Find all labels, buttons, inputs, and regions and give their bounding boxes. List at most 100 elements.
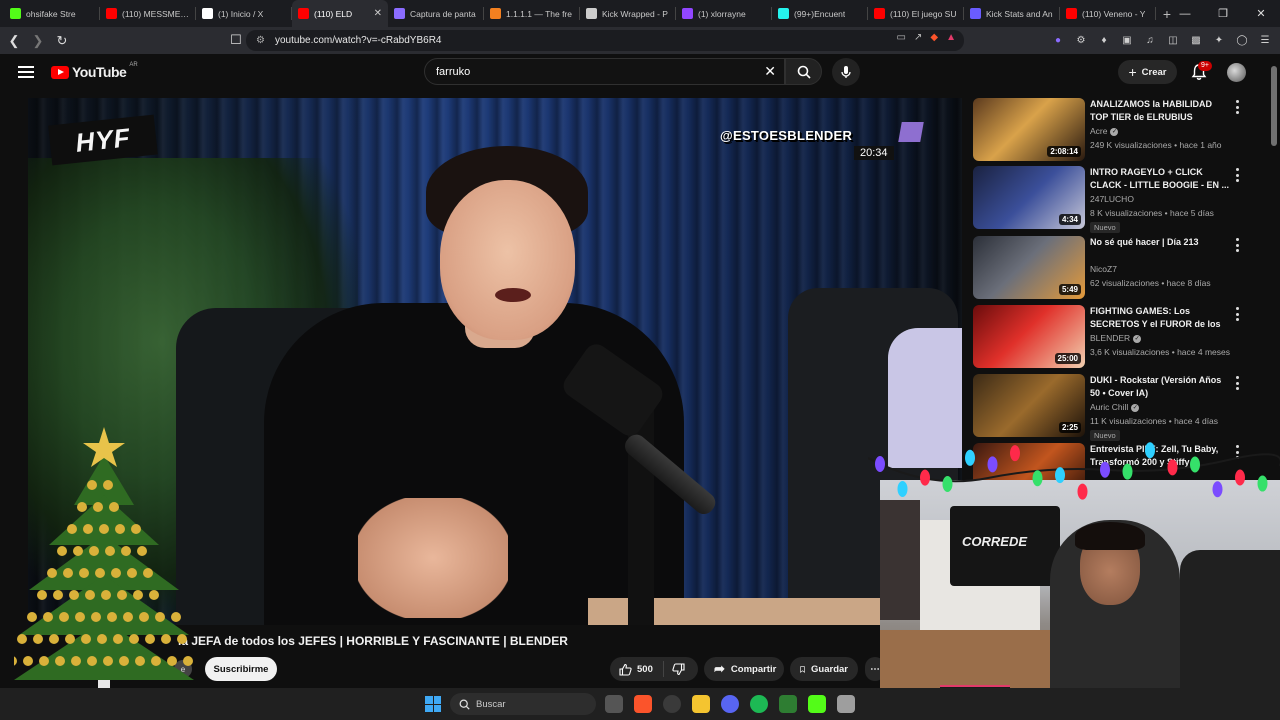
browser-tab[interactable]: (110) MESSMER, I [100,0,196,27]
subscribe-button[interactable]: Suscribirme [205,657,277,681]
search-button[interactable] [785,58,822,85]
account-avatar[interactable] [1227,63,1246,82]
related-video-card[interactable]: 2:25 DUKI - Rockstar (Versión Años 50 • C… [973,374,1253,441]
brave-browser-icon[interactable] [634,695,652,713]
related-video-card[interactable]: 5:49 No sé qué hacer | Día 213 NicoZ7 62 vi… [973,236,1253,302]
dislike-button[interactable] [664,662,685,676]
clear-search-icon[interactable]: ✕ [764,63,776,80]
leo-icon[interactable]: ✦ [1212,33,1226,47]
file-explorer-icon[interactable] [692,695,710,713]
browser-tab[interactable]: Captura de panta [388,0,484,27]
taskbar-search[interactable]: Buscar [450,693,596,715]
calculator-icon[interactable] [837,695,855,713]
related-video-channel[interactable]: NicoZ7 [1090,264,1117,274]
browser-tab[interactable]: (1) xlorrayne [676,0,772,27]
media-icon[interactable]: ♫ [1143,33,1157,47]
more-vert-icon[interactable] [1235,376,1239,390]
windows-start-icon[interactable] [425,696,441,712]
browser-tab[interactable]: (110) Veneno - Y [1060,0,1156,27]
vpn-icon[interactable]: ● [1051,33,1065,47]
brave-shield-icon[interactable]: ◆ [930,32,938,43]
related-video-title[interactable]: Entrevista PILF: Zell, Tu Baby, Transfor… [1090,443,1230,469]
tree-ornament [129,634,139,644]
reload-icon[interactable]: ↻ [52,31,72,51]
voice-search-button[interactable] [832,58,860,86]
tab-favicon-icon [586,8,597,19]
related-video-title[interactable]: ANALIZAMOS la HABILIDAD TOP TIER de ELRU… [1090,98,1230,125]
channel-avatar[interactable]: e [174,660,192,678]
related-video-card[interactable]: 4:34 INTRO RAGEYLO + CLICK CLACK - LITTLE… [973,166,1253,233]
maximize-icon[interactable]: ❐ [1204,0,1242,27]
video-thumbnail[interactable]: 2:08:14 [973,98,1085,161]
related-video-channel[interactable]: BLENDER ✓ [1090,333,1142,343]
sidebar-toggle-icon[interactable]: ◫ [1166,33,1180,47]
like-button[interactable]: 500 [610,661,664,677]
webcam-poster-sign: CORREDE [950,506,1060,586]
more-vert-icon[interactable] [1235,238,1239,252]
share-label: Compartir [730,663,777,675]
related-video-channel[interactable]: 247LUCHO [1090,194,1134,204]
browser-tab[interactable]: (99+)Encuent [772,0,868,27]
more-vert-icon[interactable] [1235,445,1239,459]
webcam-overlay: CORREDE [880,480,1280,720]
obs-icon[interactable] [663,695,681,713]
close-tab-icon[interactable]: ✕ [374,8,382,19]
vpn-shield-icon[interactable]: ◯ [1235,33,1249,47]
browser-tab[interactable]: ohsifake Stre [4,0,100,27]
video-player[interactable]: HYF @ESTOESBLENDER 20:34 [28,98,962,625]
browser-tab[interactable]: (110) ELD ✕ [292,0,388,27]
related-video-channel[interactable]: Auric Chill ✓ [1090,402,1140,412]
browser-tab[interactable]: (110) El juego SU [868,0,964,27]
duration-badge: 25:00 [1054,353,1081,364]
guide-menu-icon[interactable] [18,66,34,78]
brave-rewards-icon[interactable]: ▲ [946,32,956,43]
scrollbar-thumb[interactable] [1271,66,1277,146]
related-video-card[interactable]: 25:00 FIGHTING GAMES: Los SECRETOS Y el F… [973,305,1253,371]
related-video-title[interactable]: DUKI - Rockstar (Versión Años 50 • Cover… [1090,374,1230,400]
related-video-title[interactable]: FIGHTING GAMES: Los SECRETOS Y el FUROR … [1090,305,1230,332]
extension-icon-2[interactable]: ▣ [1120,33,1134,47]
related-video-card[interactable]: 2:08:14 ANALIZAMOS la HABILIDAD TOP TIER … [973,98,1253,164]
close-window-icon[interactable]: ✕ [1242,0,1280,27]
more-vert-icon[interactable] [1235,168,1239,182]
create-button[interactable]: + Crear [1118,60,1177,84]
more-vert-icon[interactable] [1235,100,1239,114]
puzzle-icon[interactable]: ♦ [1097,33,1111,47]
search-input[interactable]: farruko ✕ [424,58,785,85]
youtube-logo[interactable]: YouTube AR [51,62,138,80]
video-thumbnail[interactable]: 2:25 [973,374,1085,437]
browser-tab[interactable]: (1) Inicio / X [196,0,292,27]
browser-tab[interactable]: 1.1.1.1 — The fre [484,0,580,27]
kick-icon[interactable] [808,695,826,713]
more-vert-icon[interactable] [1235,307,1239,321]
notepad-icon[interactable] [779,695,797,713]
save-button[interactable]: Guardar [790,657,858,681]
browser-tab-strip: ohsifake Stre (110) MESSMER, I (1) Inicio … [0,0,1280,27]
share-button[interactable]: ➦ Compartir [704,657,784,681]
browser-tab[interactable]: Kick Wrapped - P [580,0,676,27]
video-thumbnail[interactable]: 4:34 [973,166,1085,229]
spotify-icon[interactable] [750,695,768,713]
back-icon[interactable]: ❮ [4,31,24,51]
video-thumbnail[interactable]: 25:00 [973,305,1085,368]
related-video-title[interactable]: No sé qué hacer | Día 213 [1090,236,1230,249]
tab-favicon-icon [298,8,309,19]
menu-icon[interactable]: ☰ [1258,33,1272,47]
related-video-title[interactable]: INTRO RAGEYLO + CLICK CLACK - LITTLE BOO… [1090,166,1230,192]
browser-tab[interactable]: Kick Stats and An [964,0,1060,27]
task-view-icon[interactable] [605,695,623,713]
minimize-icon[interactable]: — [1166,0,1204,27]
tab-favicon-icon [778,8,789,19]
address-bar[interactable]: ⚙ youtube.com/watch?v=-cRabdYB6R4 ▭ ↗ ◆ … [246,30,964,51]
forward-icon[interactable]: ❯ [28,31,48,51]
site-info-icon[interactable]: ⚙ [256,35,267,46]
bookmark-icon[interactable]: ☐ [226,30,246,50]
share-page-icon[interactable]: ↗ [914,32,922,43]
channel-name: NicoZ7 [1090,264,1117,274]
video-thumbnail[interactable]: 5:49 [973,236,1085,299]
discord-icon[interactable] [721,695,739,713]
wallet-icon[interactable]: ▩ [1189,33,1203,47]
extension-icon-1[interactable]: ⚙ [1074,33,1088,47]
related-video-channel[interactable]: Acre ✓ [1090,126,1119,136]
cast-icon[interactable]: ▭ [897,32,906,43]
